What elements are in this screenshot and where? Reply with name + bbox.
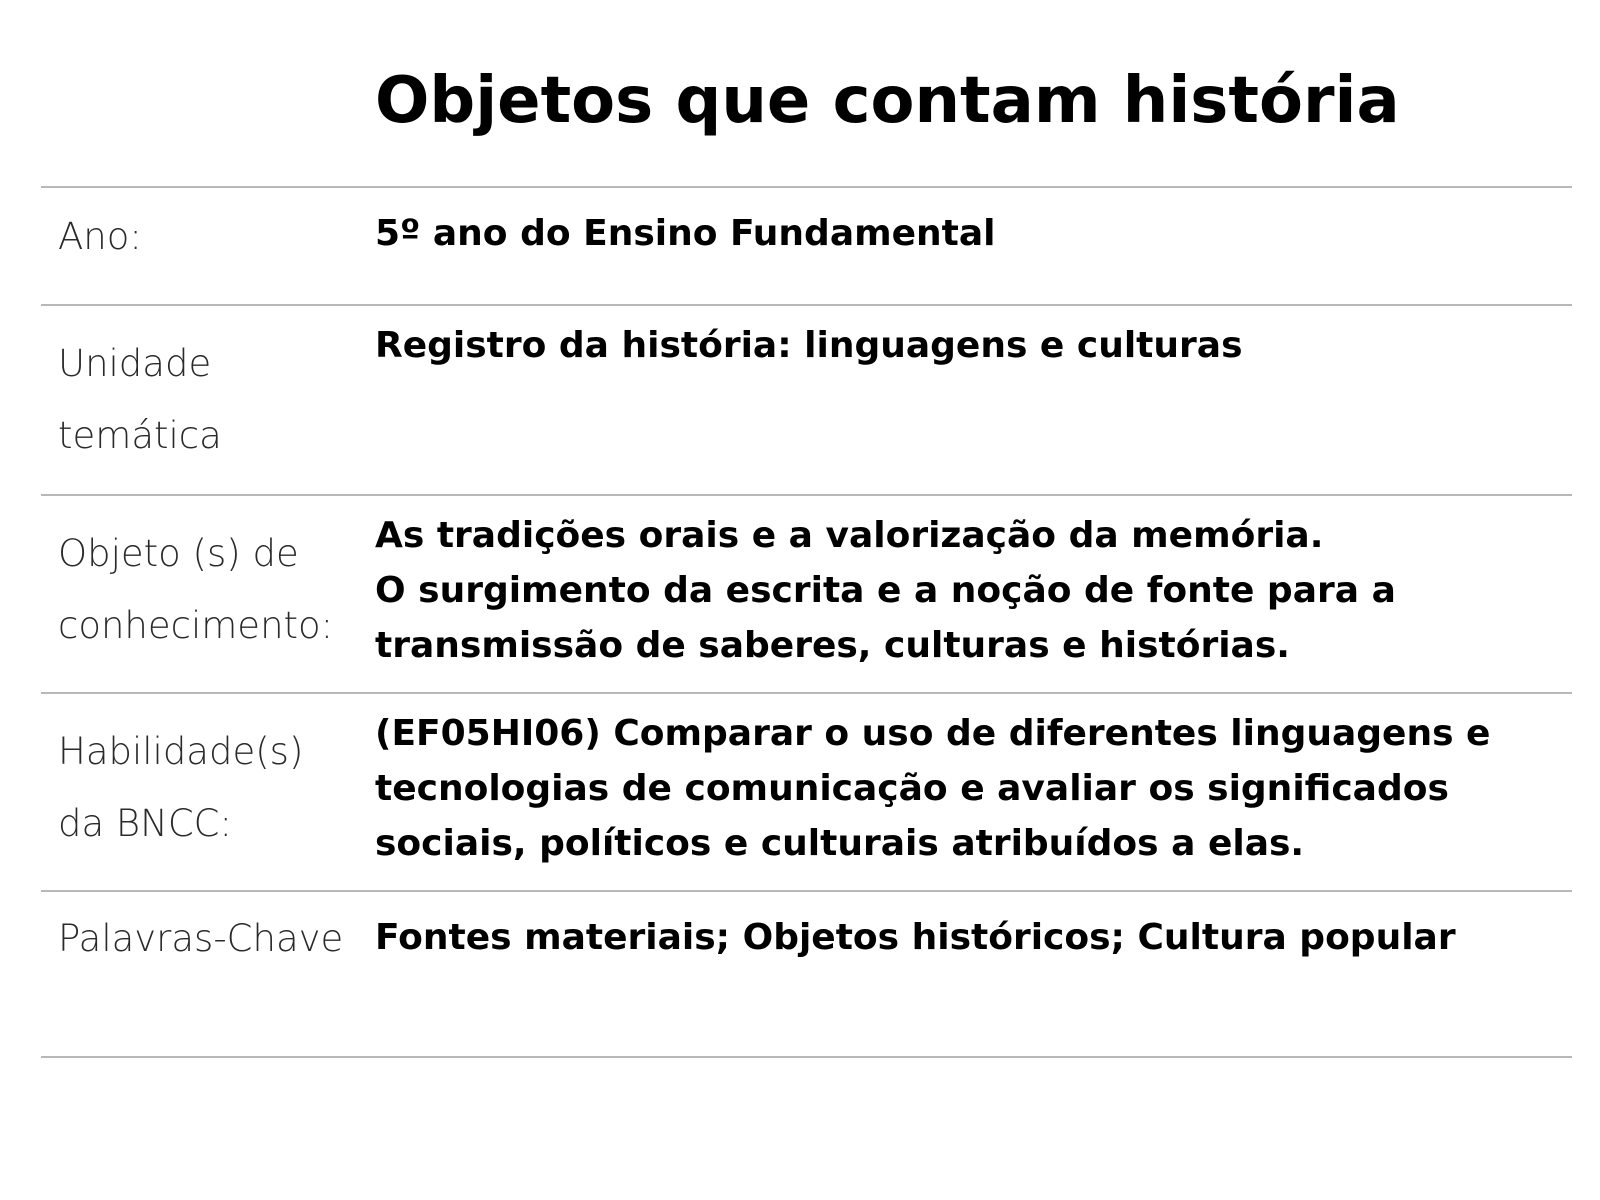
table-row-unidade-tematica: Unidade temática Registro da história: l… (41, 306, 1572, 496)
table-row-palavras-chave: Palavras-Chave Fontes materiais; Objetos… (41, 892, 1572, 1058)
table-row-habilidades-bncc: Habilidade(s) da BNCC: (EF05HI06) Compar… (41, 694, 1572, 892)
row-label-objeto-conhecimento: Objeto (s) de conhecimento: (58, 532, 334, 647)
row-value-palavras-chave: Fontes materiais; Objetos históricos; Cu… (375, 917, 1456, 958)
page-title: Objetos que contam história (375, 64, 1400, 138)
row-value-objeto-conhecimento: As tradições orais e a valorização da me… (375, 515, 1396, 666)
row-value-unidade-tematica: Registro da história: linguagens e cultu… (375, 325, 1243, 366)
table-row-objeto-conhecimento: Objeto (s) de conhecimento: As tradições… (41, 496, 1572, 694)
row-value-ano: 5º ano do Ensino Fundamental (375, 213, 996, 254)
row-label-palavras-chave: Palavras-Chave (58, 917, 344, 960)
info-table: Ano: 5º ano do Ensino Fundamental Unidad… (41, 186, 1572, 1058)
row-label-habilidades-bncc: Habilidade(s) da BNCC: (58, 730, 304, 845)
row-value-habilidades-bncc: (EF05HI06) Comparar o uso de diferentes … (375, 713, 1491, 864)
row-label-ano: Ano: (58, 215, 142, 258)
table-row-ano: Ano: 5º ano do Ensino Fundamental (41, 188, 1572, 306)
row-label-unidade-tematica: Unidade temática (58, 342, 222, 457)
